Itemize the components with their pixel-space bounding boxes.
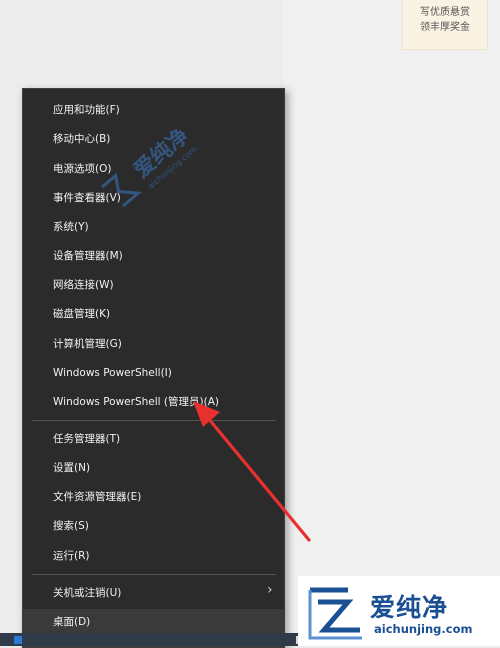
taskbar-strip (0, 633, 310, 646)
logo-domain: aichunjing.com (374, 622, 473, 636)
taskbar-start-icon[interactable] (14, 636, 22, 644)
menu-item-network-connections[interactable]: 网络连接(W) (53, 275, 233, 295)
logo-text: 爱纯净 (370, 593, 449, 622)
chevron-right-icon: › (267, 582, 273, 598)
menu-item-run[interactable]: 运行(R) (53, 546, 233, 566)
background-panel (283, 0, 500, 646)
menu-item-disk-management[interactable]: 磁盘管理(K) (53, 304, 233, 324)
logo-mark-icon (308, 587, 362, 640)
menu-item-desktop[interactable]: 桌面(D) (53, 612, 233, 632)
menu-separator (32, 574, 276, 575)
promo-box[interactable]: 写优质悬赏 领丰厚奖金 (402, 0, 488, 50)
menu-item-search[interactable]: 搜索(S) (53, 516, 233, 536)
promo-line-1: 写优质悬赏 (420, 7, 470, 18)
site-logo: 爱纯净 aichunjing.com (298, 576, 500, 646)
promo-line-2: 领丰厚奖金 (420, 22, 470, 33)
menu-item-computer-management[interactable]: 计算机管理(G) (53, 334, 233, 354)
menu-item-file-explorer[interactable]: 文件资源管理器(E) (53, 487, 233, 507)
menu-item-settings[interactable]: 设置(N) (53, 458, 233, 478)
menu-item-shutdown-signout[interactable]: 关机或注销(U) (53, 583, 233, 603)
menu-item-device-manager[interactable]: 设备管理器(M) (53, 246, 233, 266)
menu-separator (32, 420, 276, 421)
menu-item-powershell-admin[interactable]: Windows PowerShell (管理员)(A) (53, 392, 233, 412)
menu-item-task-manager[interactable]: 任务管理器(T) (53, 429, 233, 449)
menu-item-powershell[interactable]: Windows PowerShell(I) (53, 363, 233, 383)
